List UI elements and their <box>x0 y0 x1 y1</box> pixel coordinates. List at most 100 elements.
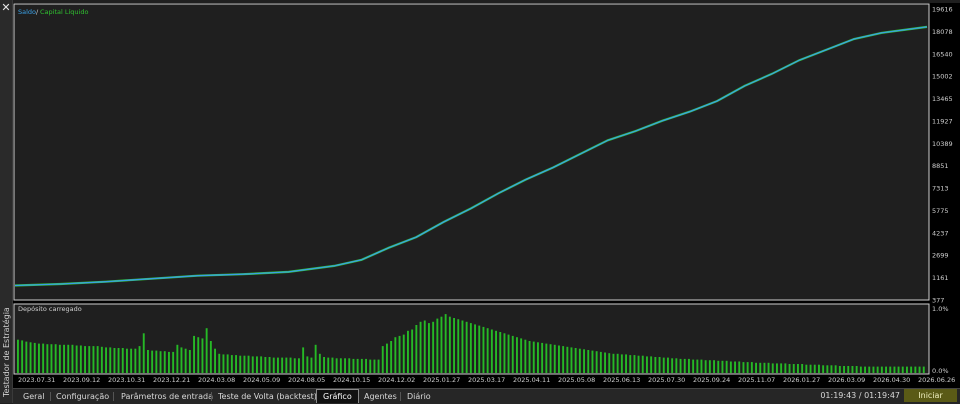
deposit-bar <box>121 348 124 373</box>
deposit-bar <box>230 355 233 373</box>
deposit-bar <box>838 366 841 373</box>
deposit-bar <box>151 350 154 373</box>
deposit-bar <box>880 366 883 373</box>
y-tick-label: 1161 <box>932 274 949 282</box>
deposit-bar <box>201 338 204 373</box>
deposit-bar <box>17 339 19 373</box>
deposit-bar <box>100 346 103 373</box>
deposit-bar <box>113 348 116 373</box>
y-tick-label: 13465 <box>932 95 953 103</box>
tab-agentes[interactable]: Agentes <box>364 390 397 403</box>
deposit-bar <box>855 366 858 373</box>
deposit-bar <box>176 344 179 373</box>
deposit-bar <box>172 351 175 373</box>
y-tick-label: 377 <box>932 297 944 305</box>
deposit-bar <box>667 357 669 373</box>
y-tick-label: 16540 <box>932 50 953 58</box>
deposit-bar <box>251 356 254 373</box>
deposit-bar <box>260 356 263 373</box>
y-tick-label: 7313 <box>932 185 949 193</box>
deposit-bar <box>918 366 921 373</box>
x-tick-label: 2025.01.27 <box>423 376 460 384</box>
legend-equity: Capital Líquido <box>40 8 88 16</box>
deposit-bar <box>922 366 925 373</box>
deposit-bar <box>696 359 699 373</box>
deposit-bar <box>411 329 414 373</box>
deposit-bar <box>830 365 833 373</box>
deposit-bar <box>738 361 741 373</box>
deposit-bar <box>42 343 45 373</box>
deposit-bar <box>629 355 632 373</box>
deposit-bar <box>38 343 40 373</box>
x-tick-label: 2023.09.12 <box>63 376 100 384</box>
deposit-bar <box>390 341 393 373</box>
deposit-bar <box>688 358 690 373</box>
side-panel-title: Testador de Estratégia <box>2 307 11 397</box>
deposit-bar <box>792 364 795 373</box>
tab-separator <box>211 392 212 401</box>
deposit-bar <box>377 359 380 373</box>
deposit-bar <box>671 358 674 373</box>
deposit-bar <box>21 340 24 373</box>
legend-balance: Saldo <box>18 8 36 16</box>
x-tick-label: 2024.08.05 <box>288 376 325 384</box>
tab-separator <box>400 392 401 401</box>
deposit-bar <box>235 355 237 373</box>
lower-y-axis: 1.0% 0.0% <box>932 305 949 375</box>
deposit-bar <box>298 358 300 373</box>
deposit-bar <box>612 353 615 373</box>
deposit-bar <box>180 347 183 373</box>
x-tick-label: 2026.03.09 <box>828 376 865 384</box>
tab-diario[interactable]: Diário <box>407 390 431 403</box>
deposit-bar <box>633 355 636 373</box>
tab-grafico[interactable]: Gráfico <box>316 389 359 403</box>
deposit-bar <box>88 346 91 373</box>
deposit-bar <box>578 348 581 373</box>
deposit-bar <box>209 341 212 373</box>
deposit-bar <box>226 354 229 373</box>
deposit-bar <box>822 365 825 373</box>
deposit-bar <box>780 363 783 373</box>
deposit-bar <box>914 366 917 373</box>
deposit-bar <box>126 348 128 373</box>
deposit-bar <box>419 321 422 373</box>
y-tick-label: 11927 <box>932 117 953 125</box>
x-tick-label: 2025.11.07 <box>738 376 775 384</box>
start-button[interactable]: Iniciar <box>904 389 957 402</box>
deposit-bar <box>469 323 472 373</box>
tab-configuracao[interactable]: Configuração <box>56 390 109 403</box>
deposit-bar <box>381 346 384 373</box>
main-y-axis: 19616 18078 16540 15002 13465 11927 10389 8851 7… <box>932 6 953 305</box>
deposit-bar <box>813 364 816 373</box>
tab-separator <box>50 392 51 401</box>
deposit-bar <box>717 360 720 373</box>
x-tick-label: 2025.06.13 <box>603 376 640 384</box>
deposit-bar <box>797 364 799 373</box>
y-tick-label: 4237 <box>932 229 949 237</box>
deposit-bar <box>289 357 292 373</box>
tab-geral[interactable]: Geral <box>23 390 45 403</box>
close-icon[interactable]: ✕ <box>1 2 11 14</box>
deposit-bar <box>893 366 896 373</box>
tab-parametros[interactable]: Parâmetros de entrada <box>121 390 213 403</box>
deposit-bar <box>549 344 552 373</box>
deposit-bar <box>306 356 309 373</box>
y-tick-label: 18078 <box>932 28 953 36</box>
deposit-bar <box>604 352 606 373</box>
tab-backtest[interactable]: Teste de Volta (backtest) <box>218 390 317 403</box>
deposit-bar <box>448 316 451 373</box>
deposit-bar <box>147 350 149 373</box>
deposit-bar <box>356 358 359 373</box>
deposit-bar <box>453 318 455 373</box>
deposit-bar <box>620 354 623 373</box>
deposit-bar <box>818 364 820 373</box>
deposit-bar <box>277 357 279 373</box>
deposit-bar <box>461 320 464 373</box>
deposit-bar <box>759 362 762 373</box>
deposit-bar <box>58 344 61 373</box>
deposit-bar <box>574 348 577 373</box>
deposit-bar <box>134 348 137 373</box>
deposit-bar <box>130 348 133 373</box>
deposit-bar <box>889 366 892 373</box>
deposit-bar <box>599 351 602 373</box>
